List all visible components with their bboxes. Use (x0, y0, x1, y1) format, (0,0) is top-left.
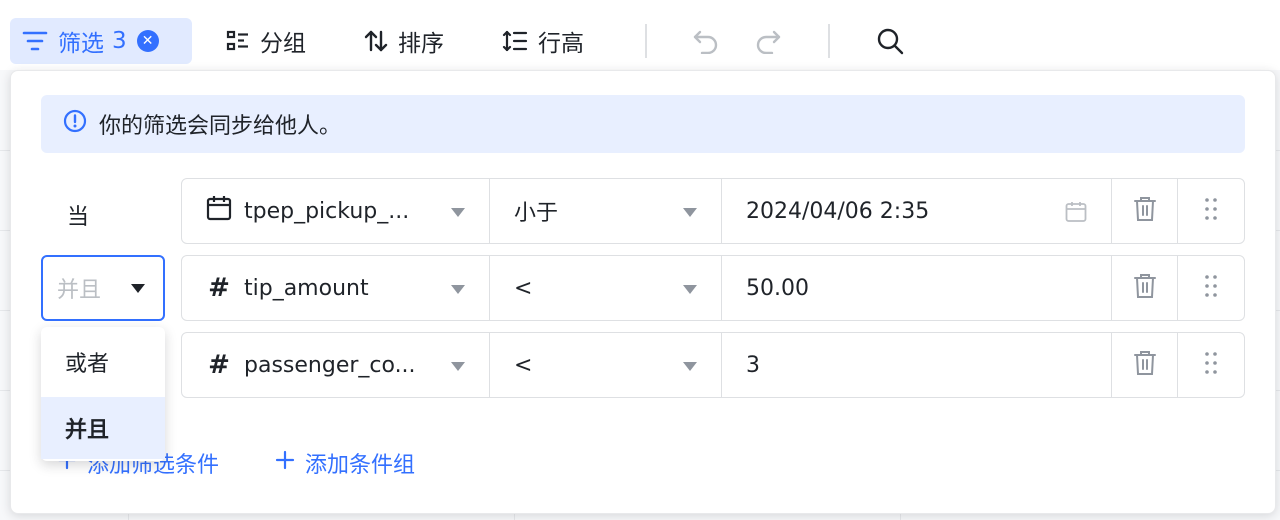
info-icon (63, 109, 87, 139)
operator-value: < (514, 275, 533, 301)
value-text: 2024/04/06 2:35 (746, 198, 930, 224)
calendar-icon (206, 195, 232, 227)
value-input[interactable]: 3 (722, 333, 1112, 397)
add-group-button[interactable]: 添加条件组 (275, 447, 415, 479)
caret-down-icon (683, 285, 697, 294)
row-height-label: 行高 (538, 31, 584, 57)
number-field-icon: # (208, 350, 230, 380)
row-height-button[interactable]: 行高 (490, 18, 596, 64)
filter-condition-row: tpep_pickup_... 小于 2024/04/06 2:35 (181, 178, 1245, 244)
field-name: tip_amount (244, 275, 369, 301)
drag-handle[interactable] (1178, 333, 1244, 397)
caret-down-icon (451, 285, 465, 294)
caret-down-icon (683, 208, 697, 217)
field-name: passenger_co... (244, 352, 416, 378)
conjunction-value: 并且 (57, 278, 102, 303)
field-select[interactable]: # tip_amount (182, 256, 490, 320)
group-button[interactable]: 分组 (214, 18, 318, 64)
drag-dots-icon (1204, 197, 1218, 225)
caret-down-icon (451, 362, 465, 371)
filter-label: 筛选 (58, 31, 104, 57)
value-input[interactable]: 50.00 (722, 256, 1112, 320)
undo-icon (692, 28, 720, 54)
value-date-input[interactable]: 2024/04/06 2:35 (722, 179, 1112, 243)
calendar-icon[interactable] (1065, 201, 1087, 229)
trash-icon (1133, 196, 1157, 226)
caret-down-icon (131, 284, 145, 293)
sort-button[interactable]: 排序 (352, 18, 456, 64)
drag-handle[interactable] (1178, 256, 1244, 320)
sort-icon (364, 29, 388, 53)
operator-select[interactable]: 小于 (490, 179, 722, 243)
filter-icon (22, 30, 48, 52)
trash-icon (1133, 273, 1157, 303)
search-button[interactable] (864, 18, 916, 64)
drag-handle[interactable] (1178, 179, 1244, 243)
filter-count: 3 (112, 28, 127, 54)
operator-select[interactable]: < (490, 256, 722, 320)
operator-value: 小于 (514, 201, 559, 226)
clear-filter-icon[interactable]: ✕ (136, 30, 159, 52)
dropdown-option-and[interactable]: 并且 (41, 397, 165, 459)
operator-value: < (514, 352, 533, 378)
delete-condition-button[interactable] (1112, 333, 1178, 397)
conjunction-dropdown-menu: 或者 并且 (41, 327, 165, 461)
group-icon (226, 30, 250, 52)
add-group-label: 添加条件组 (305, 453, 416, 478)
filter-panel: 你的筛选会同步给他人。 当 并且 tpep_pickup_... 小于 2024… (10, 70, 1276, 514)
toolbar-divider (645, 24, 647, 58)
number-field-icon: # (208, 273, 230, 303)
redo-icon (754, 28, 782, 54)
conjunction-select[interactable]: 并且 (41, 255, 165, 321)
value-text: 50.00 (746, 275, 809, 301)
view-toolbar: 筛选 3 ✕ 分组 排序 行高 (0, 0, 1280, 70)
plus-icon (275, 450, 295, 476)
caret-down-icon (451, 208, 465, 217)
drag-dots-icon (1204, 351, 1218, 379)
group-label: 分组 (260, 31, 306, 57)
filter-condition-row: # tip_amount < 50.00 (181, 255, 1245, 321)
field-name: tpep_pickup_... (244, 198, 410, 224)
drag-dots-icon (1204, 274, 1218, 302)
notice-text: 你的筛选会同步给他人。 (99, 114, 342, 139)
dropdown-option-or[interactable]: 或者 (41, 331, 165, 393)
when-label: 当 (67, 205, 90, 230)
toolbar-divider (828, 24, 830, 58)
sync-notice: 你的筛选会同步给他人。 (41, 95, 1245, 153)
search-icon (876, 27, 904, 55)
field-select[interactable]: tpep_pickup_... (182, 179, 490, 243)
caret-down-icon (683, 362, 697, 371)
field-select[interactable]: # passenger_co... (182, 333, 490, 397)
operator-select[interactable]: < (490, 333, 722, 397)
trash-icon (1133, 350, 1157, 380)
sort-label: 排序 (398, 31, 444, 57)
filter-condition-row: # passenger_co... < 3 (181, 332, 1245, 398)
filter-button[interactable]: 筛选 3 ✕ (10, 18, 192, 64)
redo-button[interactable] (742, 18, 794, 64)
undo-button[interactable] (680, 18, 732, 64)
row-height-icon (502, 29, 528, 53)
delete-condition-button[interactable] (1112, 179, 1178, 243)
delete-condition-button[interactable] (1112, 256, 1178, 320)
value-text: 3 (746, 352, 760, 378)
